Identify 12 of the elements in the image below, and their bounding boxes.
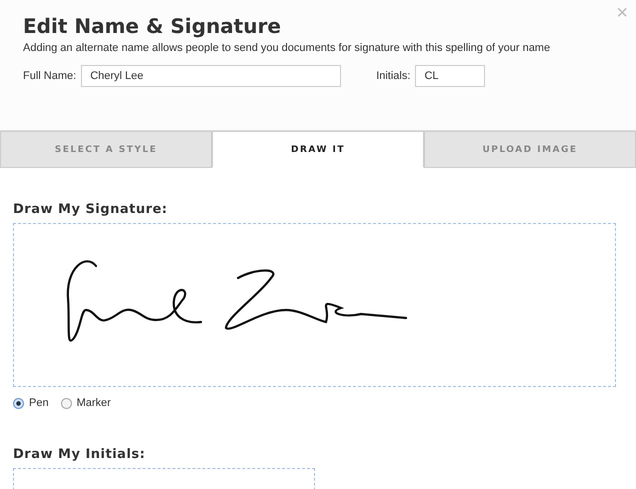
initials-field[interactable]: CL (415, 65, 486, 87)
section-heading: Draw My Signature: (13, 202, 168, 217)
section-heading: Draw My Initials: (13, 447, 146, 462)
dialog-description: Adding an alternate name allows people to send you documents for signature with this spelling of your name (23, 41, 552, 55)
radio-option[interactable]: Marker (60, 397, 111, 409)
initials-label: Initials: (376, 70, 410, 82)
dialog-title: Edit Name & Signature (23, 14, 282, 38)
signature-pad[interactable] (13, 223, 616, 387)
tab[interactable]: DRAW IT (212, 131, 424, 168)
full-name-label: Full Name: (23, 70, 76, 82)
radio-option[interactable]: Pen (13, 397, 49, 409)
full-name-field[interactable]: Cheryl Lee (81, 65, 342, 87)
